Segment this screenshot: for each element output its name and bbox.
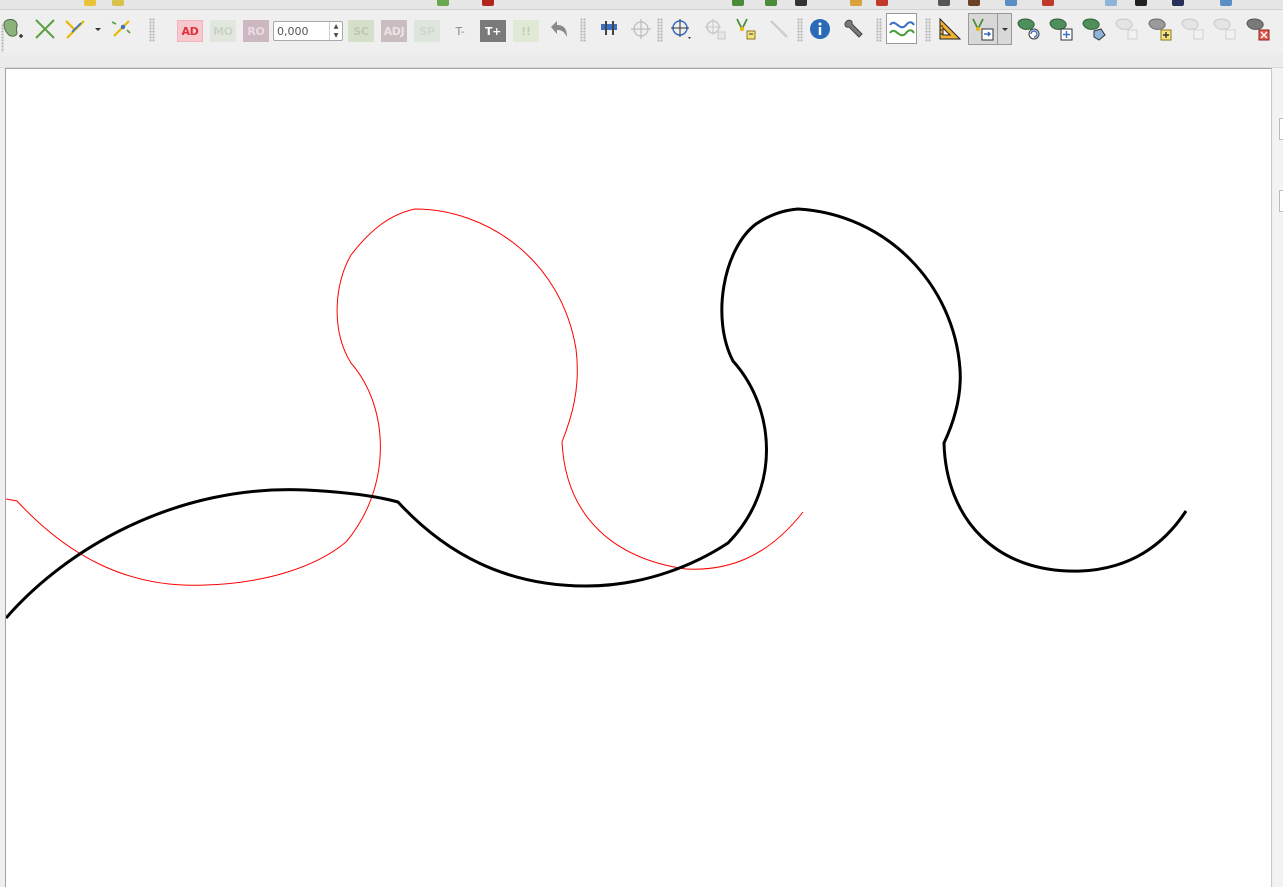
crosshair-icon[interactable] (627, 15, 655, 43)
measure-angle-icon[interactable] (936, 15, 964, 43)
chevron-down-icon[interactable] (90, 15, 106, 43)
fill-ring-icon[interactable] (1180, 15, 1208, 43)
toolbar-bottom-edge (0, 52, 1283, 68)
chevron-down-icon[interactable] (998, 13, 1012, 45)
add-part-icon[interactable] (1147, 15, 1175, 43)
delete-ring-icon[interactable] (1212, 15, 1240, 43)
panel-tab[interactable] (1279, 118, 1283, 140)
digitizing-toolbar: AD MO RO 0,000 ▲ ▼ SC ADJ SP T- T+ !! (0, 10, 1283, 54)
move-feature-icon[interactable] (1048, 15, 1076, 43)
toolbar-separator (876, 18, 882, 42)
spin-arrows-icon[interactable]: ▲ ▼ (329, 22, 342, 40)
scale-button[interactable]: SC (348, 20, 374, 42)
add-vertex-icon[interactable] (701, 15, 729, 43)
panel-tab[interactable] (1279, 190, 1283, 212)
split-button[interactable]: SP (414, 20, 440, 42)
vertex-tool-icon[interactable] (733, 15, 761, 43)
snap-intersection-icon[interactable] (31, 15, 59, 43)
right-panel-edge (1273, 68, 1283, 887)
add-ring-icon[interactable] (1114, 15, 1142, 43)
upper-toolbar-edge (0, 0, 1283, 10)
reshape-icon[interactable] (765, 15, 793, 43)
add-ring-tool-icon[interactable] (0, 15, 28, 43)
adjust-button[interactable]: ADJ (381, 20, 407, 42)
info-icon[interactable] (806, 15, 834, 43)
map-canvas[interactable] (5, 68, 1272, 887)
toggle-button[interactable]: !! (513, 20, 539, 42)
text-minus-button[interactable]: T- (447, 20, 473, 42)
select-features-icon[interactable] (667, 15, 695, 43)
move-button[interactable]: MO (210, 20, 236, 42)
add-button[interactable]: AD (177, 20, 203, 42)
toolbar-separator (657, 18, 663, 42)
rotate-button[interactable]: RO (243, 20, 269, 42)
curve-digitizing-icon[interactable] (886, 13, 917, 44)
node-tool-icon[interactable] (968, 13, 998, 45)
toolbar-separator (580, 18, 586, 42)
toolbar-separator (149, 18, 155, 42)
delete-part-icon[interactable] (1245, 15, 1273, 43)
toolbar-separator (797, 18, 803, 42)
align-features-icon[interactable] (595, 15, 623, 43)
simplify-feature-icon[interactable] (1081, 15, 1109, 43)
text-plus-button[interactable]: T+ (480, 20, 506, 42)
map-features (6, 207, 1188, 619)
toolbar-separator (925, 18, 931, 42)
rotate-feature-icon[interactable] (1016, 15, 1044, 43)
offset-value: 0,000 (277, 25, 309, 38)
offset-spinbox[interactable]: 0,000 ▲ ▼ (273, 21, 343, 41)
wrench-icon[interactable] (839, 15, 867, 43)
snap-options-icon[interactable] (108, 15, 136, 43)
line-feature (6, 207, 1188, 619)
undo-icon[interactable] (545, 15, 573, 43)
snap-tracing-icon[interactable] (62, 15, 90, 43)
